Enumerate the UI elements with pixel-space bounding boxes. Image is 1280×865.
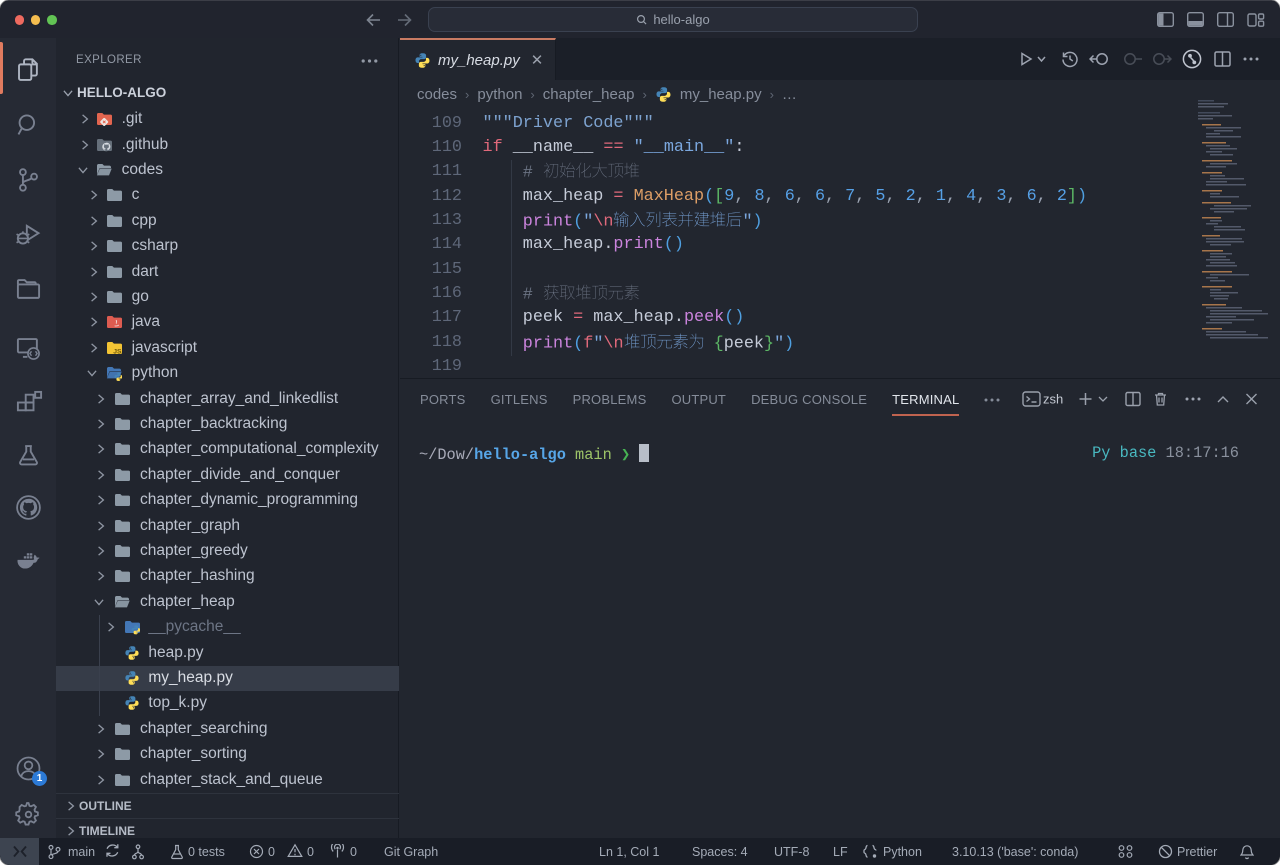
svg-text:JS: JS [113,348,122,355]
